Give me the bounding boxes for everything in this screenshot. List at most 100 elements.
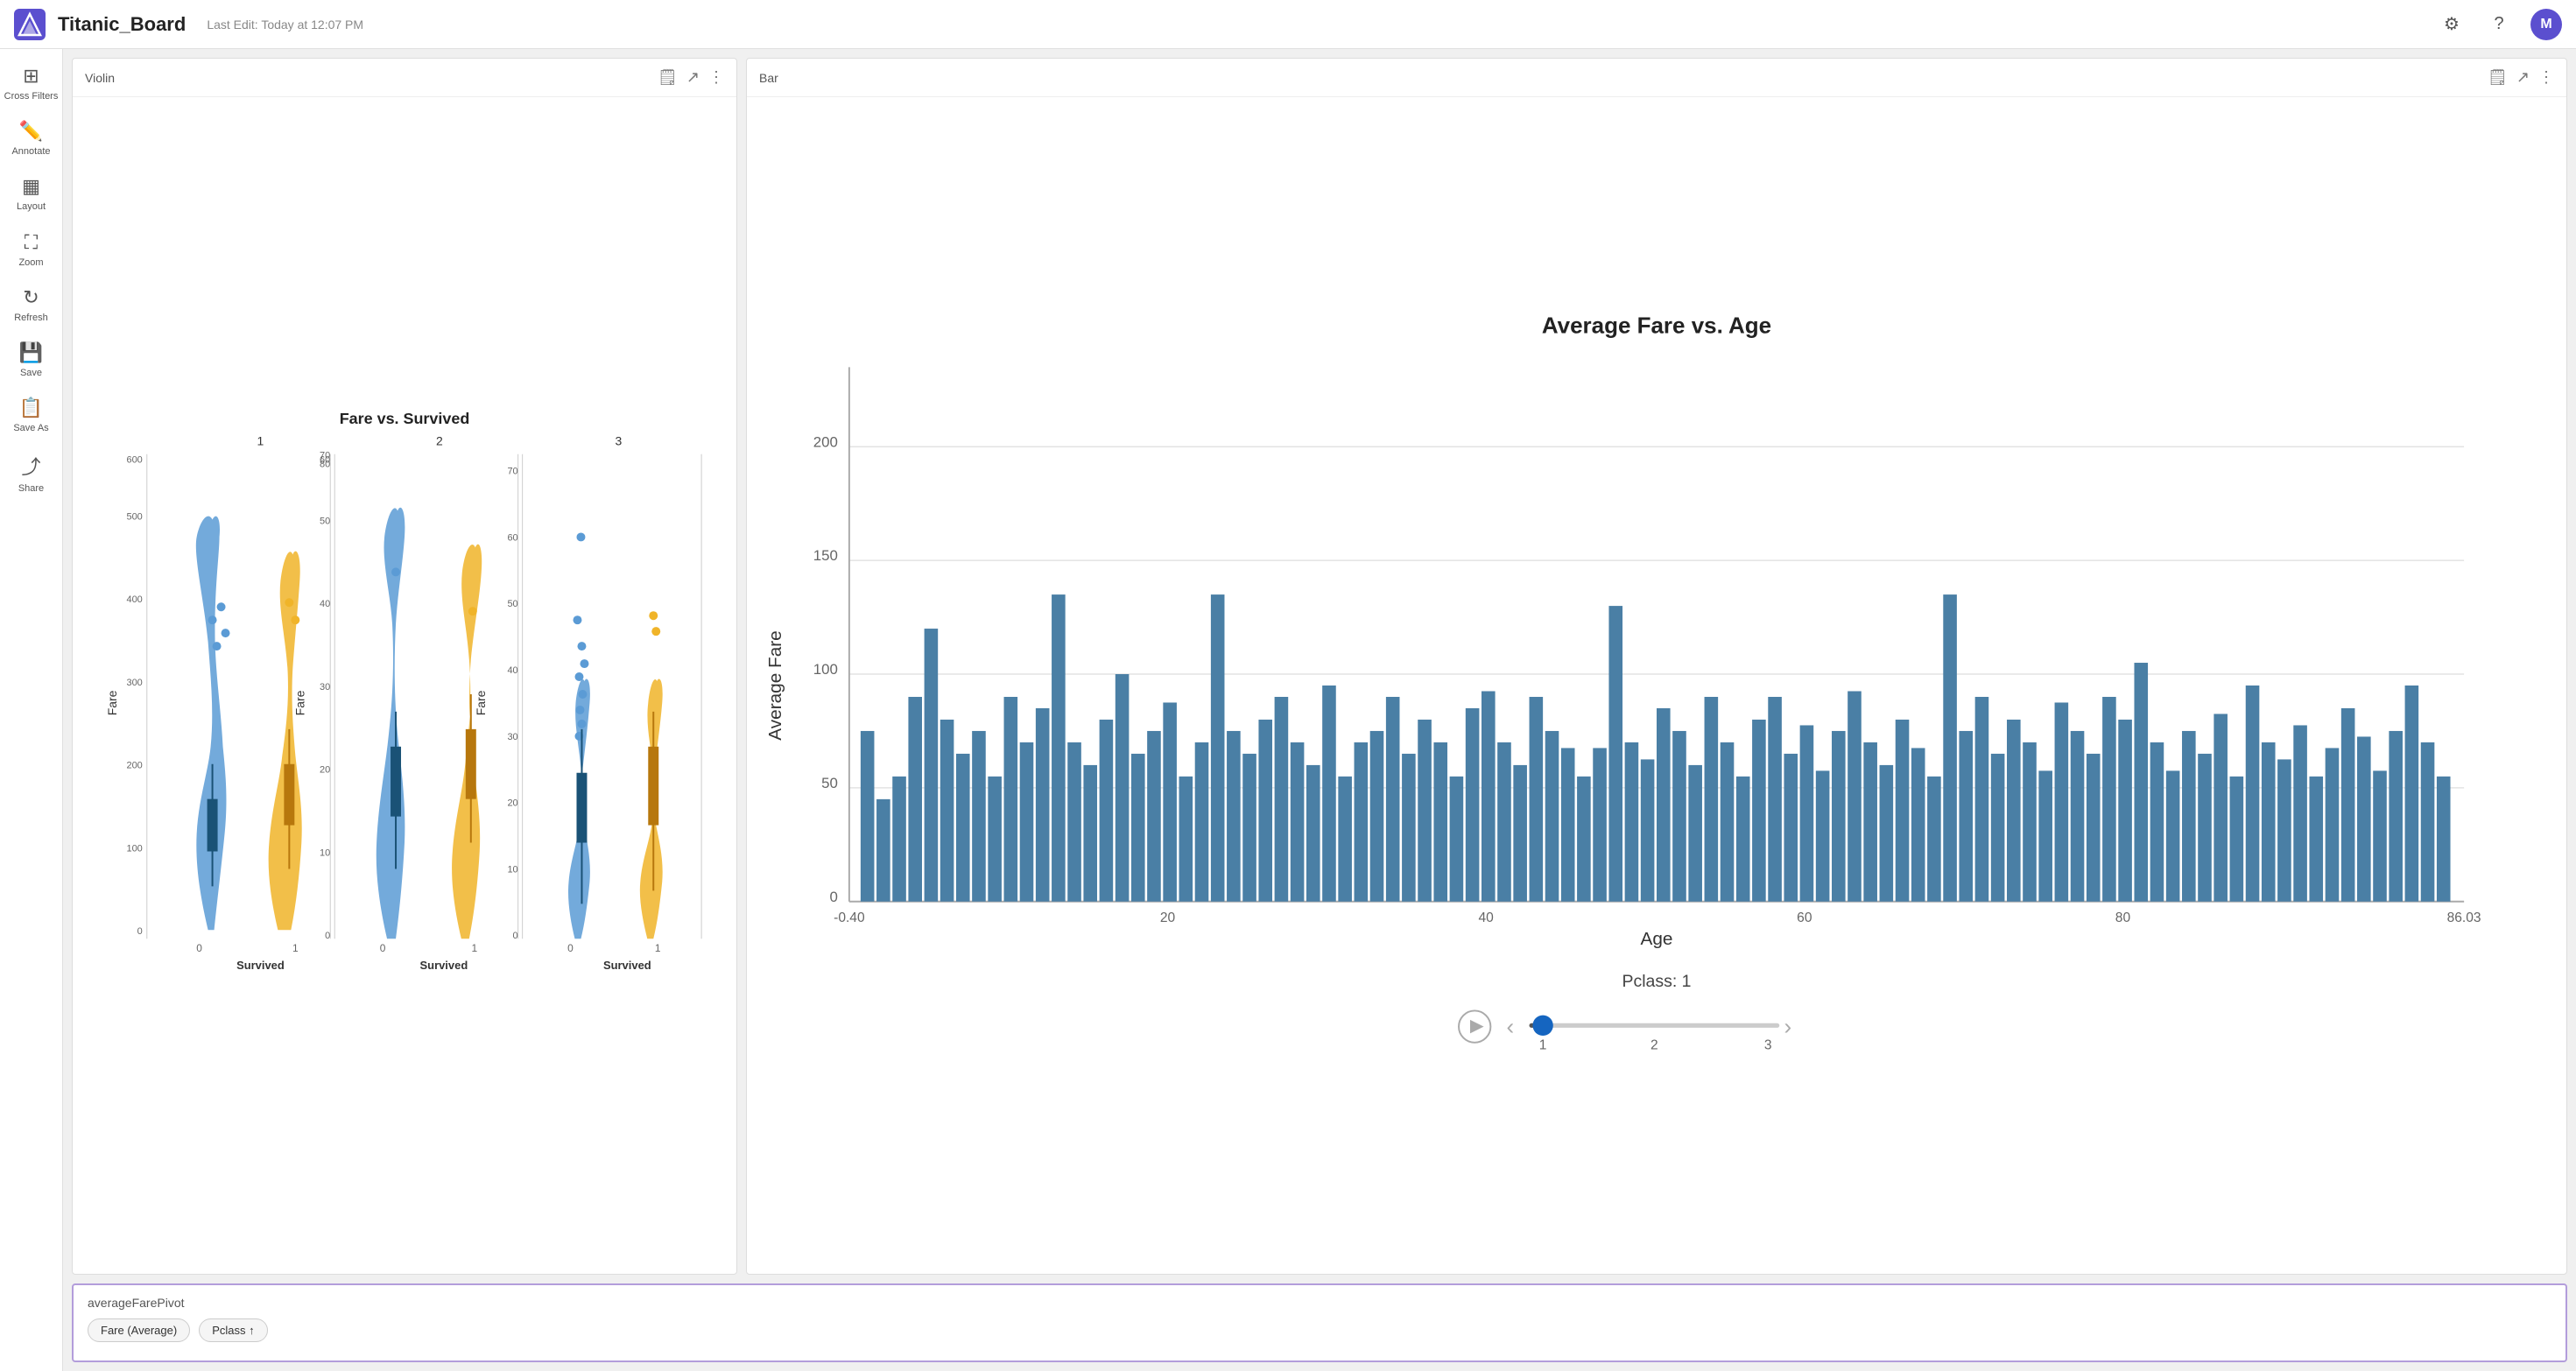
svg-text:20: 20 xyxy=(507,798,517,809)
sidebar-item-cross-filters[interactable]: ⊞ Cross Filters xyxy=(0,56,62,111)
violin-header-icons: 🗒 ↗ ⋮ xyxy=(658,68,724,87)
sidebar-label-refresh: Refresh xyxy=(14,313,48,324)
violin-more-icon[interactable]: ⋮ xyxy=(708,68,724,87)
svg-text:150: 150 xyxy=(813,547,838,564)
svg-text:60: 60 xyxy=(507,532,517,543)
sidebar-label-save: Save xyxy=(20,368,42,379)
svg-text:Fare: Fare xyxy=(474,690,488,715)
refresh-icon: ↻ xyxy=(23,286,39,309)
zoom-icon: ⛶ xyxy=(25,231,38,254)
svg-text:Average Fare vs. Age: Average Fare vs. Age xyxy=(1542,312,1771,338)
svg-text:0: 0 xyxy=(567,942,574,954)
sidebar-label-share: Share xyxy=(18,483,44,495)
svg-text:‹: ‹ xyxy=(1507,1014,1515,1040)
sidebar-label-cross-filters: Cross Filters xyxy=(4,91,59,102)
svg-text:›: › xyxy=(1784,1014,1791,1040)
sidebar-item-save[interactable]: 💾 Save xyxy=(0,333,62,388)
sidebar-label-annotate: Annotate xyxy=(11,146,50,158)
chip-container: Fare (Average) Pclass ↑ xyxy=(88,1318,2551,1342)
svg-text:3: 3 xyxy=(1764,1038,1772,1053)
sidebar-label-layout: Layout xyxy=(17,201,46,213)
svg-text:Fare: Fare xyxy=(105,690,119,715)
sidebar-item-save-as[interactable]: 📋 Save As xyxy=(0,388,62,443)
svg-text:400: 400 xyxy=(126,594,142,605)
violin-chart-panel: Violin 🗒 ↗ ⋮ Fare vs. Survived 1 2 xyxy=(72,58,737,1275)
svg-text:10: 10 xyxy=(507,864,517,875)
svg-text:200: 200 xyxy=(813,433,838,450)
svg-text:70: 70 xyxy=(507,467,517,477)
svg-text:30: 30 xyxy=(507,732,517,742)
svg-text:10: 10 xyxy=(320,847,330,858)
cross-filters-icon: ⊞ xyxy=(23,65,39,88)
app-header: Titanic_Board Last Edit: Today at 12:07 … xyxy=(0,0,2576,49)
sidebar: ⊞ Cross Filters ✏️ Annotate ▦ Layout ⛶ Z… xyxy=(0,49,63,1371)
svg-text:50: 50 xyxy=(320,516,330,526)
fare-average-chip[interactable]: Fare (Average) xyxy=(88,1318,190,1342)
svg-text:100: 100 xyxy=(126,844,142,854)
bar-external-link-icon[interactable]: ↗ xyxy=(2516,68,2530,87)
svg-text:0: 0 xyxy=(513,931,518,941)
bar-type-label: Bar xyxy=(759,71,778,85)
svg-text:-0.40: -0.40 xyxy=(834,910,865,925)
app-logo xyxy=(14,9,46,40)
svg-text:0: 0 xyxy=(196,942,202,954)
svg-text:1: 1 xyxy=(292,942,299,954)
save-icon: 💾 xyxy=(19,341,43,364)
bar-svg: Average Fare vs. Age Average Fare 0 50 1… xyxy=(747,97,2566,1274)
violin-type-label: Violin xyxy=(85,71,115,85)
bar-chart-body: Average Fare vs. Age Average Fare 0 50 1… xyxy=(747,97,2566,1274)
sidebar-item-annotate[interactable]: ✏️ Annotate xyxy=(0,111,62,166)
svg-text:0: 0 xyxy=(137,926,143,937)
layout-icon: ▦ xyxy=(22,175,40,198)
bar-chart-panel: Bar 🗒 ↗ ⋮ Average Fare vs. Age Average F… xyxy=(746,58,2567,1275)
annotate-icon: ✏️ xyxy=(19,120,43,143)
svg-text:2: 2 xyxy=(1650,1038,1658,1053)
settings-icon[interactable]: ⚙ xyxy=(2436,9,2467,40)
help-icon[interactable]: ? xyxy=(2483,9,2515,40)
content-area: Violin 🗒 ↗ ⋮ Fare vs. Survived 1 2 xyxy=(63,49,2576,1371)
svg-text:50: 50 xyxy=(821,775,838,791)
sidebar-label-zoom: Zoom xyxy=(18,257,43,269)
violin-external-link-icon[interactable]: ↗ xyxy=(686,68,700,87)
bottom-panel: averageFarePivot Fare (Average) Pclass ↑ xyxy=(72,1283,2567,1362)
svg-text:3: 3 xyxy=(615,434,622,448)
bar-save-icon[interactable]: 🗒 xyxy=(2488,68,2508,87)
svg-text:Pclass: 1: Pclass: 1 xyxy=(1622,972,1691,991)
svg-text:300: 300 xyxy=(126,678,142,688)
svg-text:Survived: Survived xyxy=(603,959,651,972)
svg-text:1: 1 xyxy=(1539,1038,1547,1053)
bar-chart-header: Bar 🗒 ↗ ⋮ xyxy=(747,59,2566,97)
pclass-chip[interactable]: Pclass ↑ xyxy=(199,1318,267,1342)
svg-text:80: 80 xyxy=(2115,910,2131,925)
user-avatar[interactable]: M xyxy=(2530,9,2562,40)
svg-text:Age: Age xyxy=(1641,929,1673,949)
sidebar-item-share[interactable]: ⤴ Share xyxy=(0,443,62,503)
svg-text:40: 40 xyxy=(507,665,517,676)
page-title: Titanic_Board xyxy=(58,13,186,36)
svg-text:200: 200 xyxy=(126,761,142,771)
svg-text:2: 2 xyxy=(436,434,443,448)
svg-text:40: 40 xyxy=(320,599,330,609)
violin-svg: Fare vs. Survived 1 2 3 0 100 200 300 40… xyxy=(73,97,736,1274)
save-as-icon: 📋 xyxy=(19,397,43,419)
svg-text:20: 20 xyxy=(1160,910,1176,925)
svg-text:Fare vs. Survived: Fare vs. Survived xyxy=(340,410,470,427)
svg-text:1: 1 xyxy=(471,942,477,954)
svg-text:86.03: 86.03 xyxy=(2447,910,2481,925)
violin-chart-header: Violin 🗒 ↗ ⋮ xyxy=(73,59,736,97)
svg-text:0: 0 xyxy=(830,889,838,905)
bar-more-icon[interactable]: ⋮ xyxy=(2538,68,2554,87)
sidebar-item-layout[interactable]: ▦ Layout xyxy=(0,166,62,221)
sidebar-item-zoom[interactable]: ⛶ Zoom xyxy=(0,222,62,278)
svg-text:0: 0 xyxy=(325,931,330,941)
violin-save-icon[interactable]: 🗒 xyxy=(658,68,678,87)
svg-text:50: 50 xyxy=(507,599,517,609)
svg-text:1: 1 xyxy=(257,434,264,448)
svg-text:1: 1 xyxy=(655,942,661,954)
sidebar-item-refresh[interactable]: ↻ Refresh xyxy=(0,278,62,333)
pivot-table-title: averageFarePivot xyxy=(88,1296,2551,1310)
svg-text:Survived: Survived xyxy=(420,959,468,972)
main-layout: ⊞ Cross Filters ✏️ Annotate ▦ Layout ⛶ Z… xyxy=(0,49,2576,1371)
last-edit-label: Last Edit: Today at 12:07 PM xyxy=(207,18,363,32)
svg-text:Average Fare: Average Fare xyxy=(765,630,785,740)
